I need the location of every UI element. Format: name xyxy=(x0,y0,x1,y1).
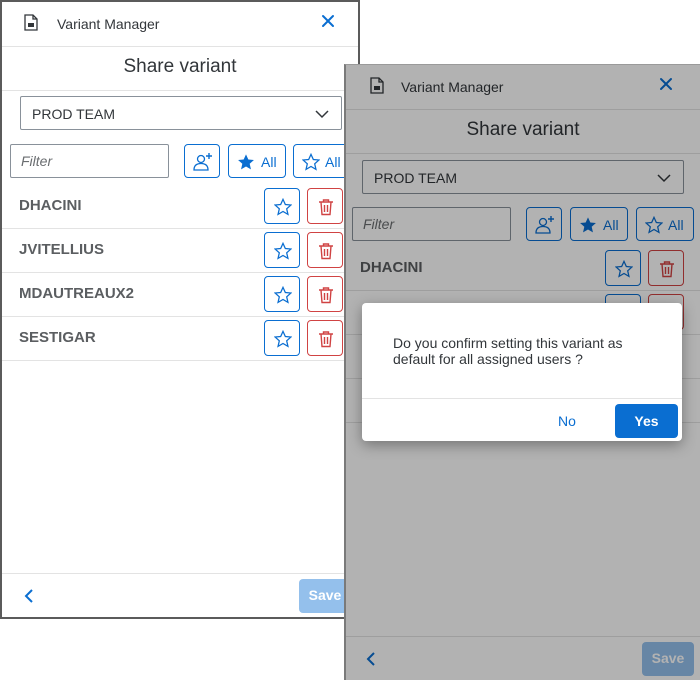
window-title: Variant Manager xyxy=(57,16,160,32)
unset-all-label: All xyxy=(325,154,341,170)
team-select[interactable]: PROD TEAM xyxy=(20,96,342,130)
yes-button[interactable]: Yes xyxy=(615,404,678,438)
star-outline-icon xyxy=(274,330,292,348)
footer-bar: Save xyxy=(2,573,358,617)
confirm-message: Do you confirm setting this variant as d… xyxy=(393,335,623,367)
document-icon xyxy=(24,14,38,31)
star-outline-icon xyxy=(302,153,320,171)
trash-icon xyxy=(319,287,333,304)
set-default-button[interactable] xyxy=(264,276,300,312)
set-default-button[interactable] xyxy=(264,320,300,356)
trash-icon xyxy=(319,243,333,260)
trash-icon xyxy=(319,199,333,216)
user-name: JVITELLIUS xyxy=(19,241,105,258)
delete-user-button[interactable] xyxy=(307,188,343,224)
filter-input[interactable] xyxy=(10,144,169,178)
close-icon[interactable] xyxy=(320,13,336,29)
delete-user-button[interactable] xyxy=(307,232,343,268)
star-outline-icon xyxy=(274,286,292,304)
user-row: MDAUTREAUX2 xyxy=(2,272,358,317)
trash-icon xyxy=(319,331,333,348)
unset-all-default-button[interactable]: All xyxy=(293,144,351,178)
user-name: SESTIGAR xyxy=(19,329,96,346)
add-user-button[interactable] xyxy=(184,144,220,178)
chevron-left-icon[interactable] xyxy=(24,588,34,604)
user-name: DHACINI xyxy=(19,197,82,214)
user-name: MDAUTREAUX2 xyxy=(19,285,135,302)
user-row: DHACINI xyxy=(2,184,358,229)
team-select-value: PROD TEAM xyxy=(32,106,115,122)
delete-user-button[interactable] xyxy=(307,276,343,312)
user-row: SESTIGAR xyxy=(2,316,358,361)
add-user-icon xyxy=(193,153,212,171)
set-default-button[interactable] xyxy=(264,232,300,268)
title-bar: Variant Manager xyxy=(2,2,358,47)
star-outline-icon xyxy=(274,198,292,216)
dialog-header: Share variant xyxy=(2,47,358,91)
dialog-divider xyxy=(362,398,682,399)
star-filled-icon xyxy=(238,154,254,170)
set-all-default-button[interactable]: All xyxy=(228,144,286,178)
star-outline-icon xyxy=(274,242,292,260)
variant-manager-panel-left: Variant Manager Share variant PROD TEAM … xyxy=(0,0,360,619)
confirm-dialog: Do you confirm setting this variant as d… xyxy=(362,303,682,441)
user-row: JVITELLIUS xyxy=(2,228,358,273)
set-default-button[interactable] xyxy=(264,188,300,224)
chevron-down-icon xyxy=(315,110,329,119)
delete-user-button[interactable] xyxy=(307,320,343,356)
set-all-label: All xyxy=(261,154,277,170)
no-button[interactable]: No xyxy=(558,413,576,429)
dialog-title: Share variant xyxy=(123,56,237,77)
